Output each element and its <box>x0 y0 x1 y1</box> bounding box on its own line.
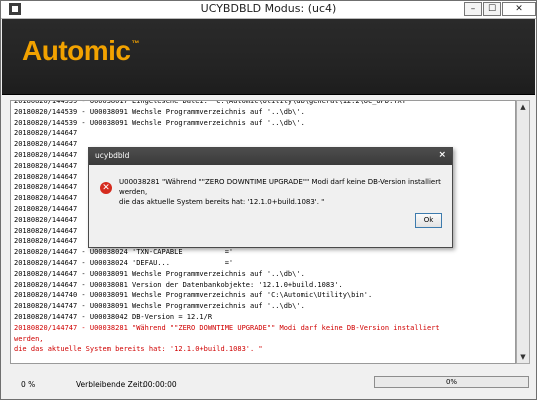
minimize-button[interactable]: – <box>464 2 482 16</box>
ok-button[interactable]: Ok <box>415 213 442 228</box>
log-line: 20180820/144740 - U00038091 Wechsle Prog… <box>14 291 373 300</box>
error-dialog: ucybdbld × ✕ U00038281 "Während ""ZERO D… <box>88 147 453 248</box>
close-button[interactable]: ✕ <box>502 2 536 16</box>
progress-bar: 0% <box>374 376 529 388</box>
logo-text: Automic <box>22 35 131 66</box>
log-line: 20180820/144539 - U00038017 Eingelesene … <box>14 100 411 105</box>
log-line: 20180820/144539 - U00038091 Wechsle Prog… <box>14 107 305 116</box>
log-line: 20180820/144647 - U00038091 Wechsle Prog… <box>14 269 305 278</box>
main-window: UCYBDBLD Modus: (uc4) – ☐ ✕ Automic™ 201… <box>0 0 537 400</box>
log-line: die das aktuelle System bereits hat: '12… <box>14 345 263 354</box>
dialog-message: U00038281 "Während ""ZERO DOWNTIME UPGRA… <box>119 177 449 207</box>
percent-complete: 0 % <box>21 380 36 389</box>
trademark-mark: ™ <box>131 39 140 48</box>
scroll-down-icon[interactable]: ▼ <box>517 351 529 363</box>
dialog-title-bar[interactable]: ucybdbld × <box>89 148 452 165</box>
log-line: 20180820/144747 - U00038091 Wechsle Prog… <box>14 302 305 311</box>
log-line: 20180820/144747 - U00038042 DB-Version =… <box>14 312 213 321</box>
dialog-message-line1: U00038281 "Während ""ZERO DOWNTIME UPGRA… <box>119 178 441 196</box>
maximize-button[interactable]: ☐ <box>483 2 501 16</box>
brand-banner: Automic™ <box>2 19 535 95</box>
dialog-close-icon[interactable]: × <box>438 150 446 160</box>
title-bar[interactable]: UCYBDBLD Modus: (uc4) – ☐ ✕ <box>1 1 536 19</box>
dialog-title: ucybdbld <box>95 151 130 160</box>
log-scrollbar[interactable]: ▲ ▼ <box>516 100 530 364</box>
automic-logo: Automic™ <box>22 35 139 67</box>
window-title: UCYBDBLD Modus: (uc4) <box>200 2 337 15</box>
scroll-up-icon[interactable]: ▲ <box>517 101 529 113</box>
error-icon: ✕ <box>100 182 112 194</box>
log-line: 20180820/144647 - U00038024 'DEFAU... =' <box>14 258 234 267</box>
log-line: 20180820/144647 - U00038081 Version der … <box>14 280 343 289</box>
dialog-message-line2: die das aktuelle System bereits hat: '12… <box>119 198 325 206</box>
log-line: 20180820/144647 - U00038024 'TXN-CAPABLE… <box>14 248 234 257</box>
remaining-time-label: Verbleibende Zeit: <box>76 380 145 389</box>
status-bar: 0 % Verbleibende Zeit: 00:00:00 0% <box>1 371 536 399</box>
remaining-time-value: 00:00:00 <box>143 380 177 389</box>
log-line: 20180820/144647 <box>14 129 78 138</box>
log-line: werden, <box>14 334 44 343</box>
log-line: 20180820/144747 - U00038281 "Während ""Z… <box>14 323 440 332</box>
log-line: 20180820/144539 - U00038091 Wechsle Prog… <box>14 118 305 127</box>
